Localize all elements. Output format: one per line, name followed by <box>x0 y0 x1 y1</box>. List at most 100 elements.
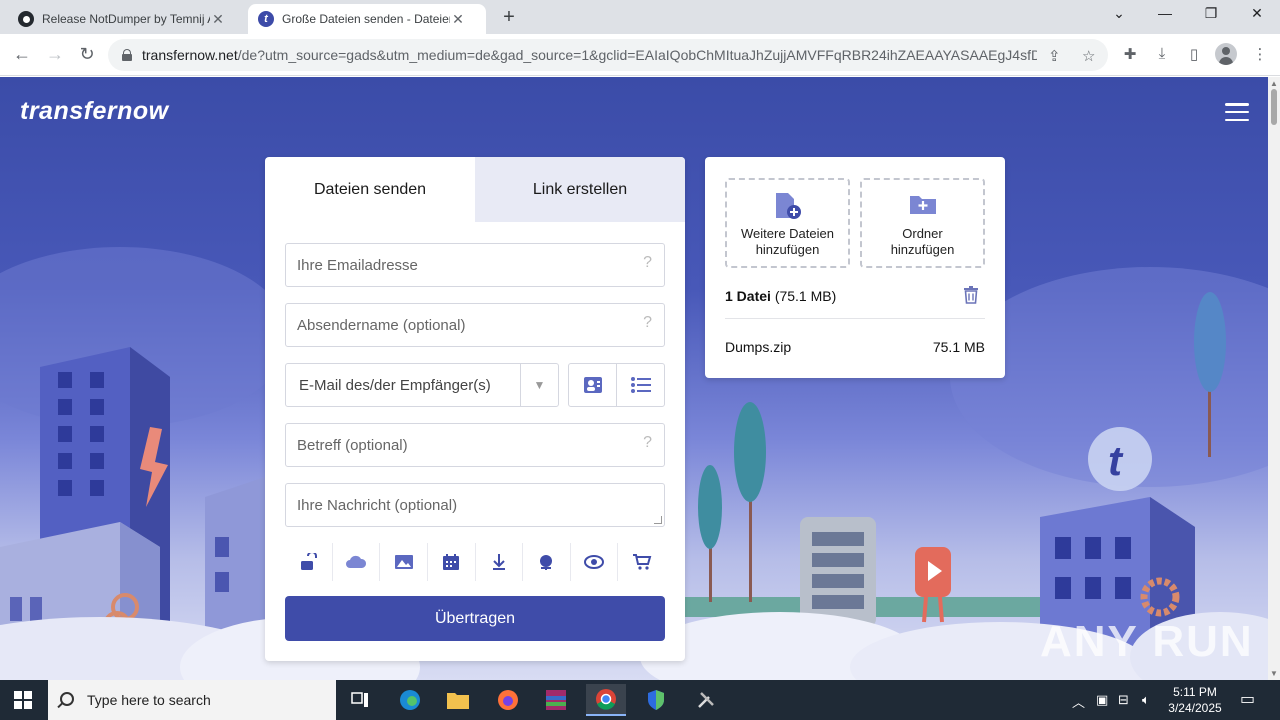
minimize-button[interactable]: — <box>1154 5 1176 21</box>
lock-icon <box>301 553 318 570</box>
page-content: t transfernow Dateien senden Link erstel… <box>0 77 1268 680</box>
message-textarea[interactable]: Ihre Nachricht (optional) <box>285 483 665 527</box>
chrome-icon[interactable] <box>586 684 626 716</box>
option-download-notify[interactable] <box>476 543 524 581</box>
restore-button[interactable]: ❐ <box>1200 5 1222 22</box>
divider <box>725 318 985 319</box>
tray-chevron-up-icon[interactable]: ︿ <box>1072 692 1085 711</box>
taskbar-search-box[interactable]: Type here to search <box>48 680 336 720</box>
help-icon[interactable]: ? <box>643 434 652 452</box>
extensions-icon[interactable]: ✚ <box>1120 45 1140 63</box>
option-preview[interactable] <box>571 543 619 581</box>
tab-send-files[interactable]: Dateien senden <box>265 157 475 222</box>
windows-start-icon[interactable] <box>14 691 32 709</box>
cart-icon <box>632 554 652 570</box>
address-bar[interactable]: transfernow.net/de?utm_source=gads&utm_m… <box>108 39 1108 71</box>
form-tabs: Dateien senden Link erstellen <box>265 157 685 222</box>
tab-title: Große Dateien senden - Dateien <box>282 12 450 26</box>
email-field[interactable]: Ihre Emailadresse ? <box>285 243 665 287</box>
network-icon[interactable]: ⊟ <box>1118 692 1129 708</box>
recipient-list-button[interactable] <box>617 364 664 406</box>
close-icon[interactable]: ✕ <box>210 11 226 28</box>
svg-text:t: t <box>1108 437 1124 484</box>
files-summary: 1 Datei (75.1 MB) <box>725 288 837 304</box>
download-icon[interactable]: ⤓ <box>1152 45 1172 62</box>
option-expiry-date[interactable] <box>428 543 476 581</box>
option-image[interactable] <box>380 543 428 581</box>
anyrun-watermark: ANY RUN <box>1040 617 1254 666</box>
add-files-button[interactable]: Weitere Dateien hinzufügen <box>725 178 850 268</box>
option-password[interactable] <box>285 543 333 581</box>
scroll-thumb[interactable] <box>1271 89 1277 125</box>
tab-title: Release NotDumper by Temnij A <box>42 12 210 26</box>
profile-avatar[interactable] <box>1215 43 1237 65</box>
contact-card-icon <box>583 377 602 393</box>
notification-icon[interactable]: ▭ <box>1240 689 1255 709</box>
window-close-button[interactable]: ✕ <box>1246 5 1268 22</box>
option-language[interactable] <box>523 543 571 581</box>
transfer-button[interactable]: Übertragen <box>285 596 665 641</box>
help-icon[interactable]: ? <box>643 314 652 332</box>
globe-icon <box>540 555 553 570</box>
file-explorer-icon[interactable] <box>438 684 478 716</box>
list-icon <box>630 377 651 393</box>
more-menu-icon[interactable]: ⋮ <box>1250 45 1270 63</box>
github-icon <box>18 11 34 27</box>
recipient-tools <box>568 363 665 407</box>
recipient-placeholder: E-Mail des/der Empfänger(s) <box>299 376 491 394</box>
sender-name-field[interactable]: Absendername (optional) ? <box>285 303 665 347</box>
recipient-email-select[interactable]: E-Mail des/der Empfänger(s) ▼ <box>285 363 559 407</box>
tools-icon[interactable] <box>686 684 726 716</box>
windows-taskbar: Type here to search ︿ ▣ ⊟ 🔈︎ 5:11 PM 3/2… <box>0 680 1280 720</box>
firefox-icon[interactable] <box>488 684 528 716</box>
add-folder-button[interactable]: Ordner hinzufügen <box>860 178 985 268</box>
url-text[interactable]: transfernow.net/de?utm_source=gads&utm_m… <box>142 47 1037 63</box>
new-tab-button[interactable]: + <box>498 6 520 29</box>
trash-icon <box>964 286 978 304</box>
search-placeholder: Type here to search <box>87 692 211 708</box>
tab-github-release[interactable]: Release NotDumper by Temnij A ✕ <box>8 4 246 34</box>
winrar-icon[interactable] <box>536 684 576 716</box>
side-panel-icon[interactable]: ▯ <box>1184 45 1204 63</box>
system-clock[interactable]: 5:11 PM 3/24/2025 <box>1165 684 1225 716</box>
download-arrow-icon <box>492 554 505 570</box>
help-icon[interactable]: ? <box>643 254 652 272</box>
add-folder-label: Ordner hinzufügen <box>890 226 955 257</box>
tab-create-link[interactable]: Link erstellen <box>475 157 685 222</box>
bookmark-star-icon[interactable]: ☆ <box>1082 47 1095 65</box>
subject-field[interactable]: Betreff (optional) ? <box>285 423 665 467</box>
subject-placeholder: Betreff (optional) <box>297 436 408 454</box>
cloud-icon <box>345 555 366 568</box>
chevron-down-icon[interactable]: ▼ <box>520 364 558 406</box>
add-folder-icon <box>909 196 936 214</box>
tray-app-icon[interactable]: ▣ <box>1096 692 1108 708</box>
edge-icon[interactable] <box>390 684 430 716</box>
scroll-up-icon[interactable]: ▲ <box>1270 79 1278 88</box>
add-files-label: Weitere Dateien hinzufügen <box>741 226 834 257</box>
send-form-panel: Dateien senden Link erstellen Ihre Email… <box>265 157 685 661</box>
file-size: 75.1 MB <box>932 339 985 355</box>
option-cloud[interactable] <box>333 543 381 581</box>
forward-button[interactable]: → <box>44 44 66 65</box>
defender-shield-icon[interactable] <box>636 684 676 716</box>
delete-all-button[interactable] <box>963 286 979 309</box>
scroll-down-icon[interactable]: ▼ <box>1270 669 1278 678</box>
back-button[interactable]: ← <box>11 44 33 65</box>
page-scrollbar[interactable]: ▲ ▼ <box>1268 77 1280 680</box>
browser-tabstrip: Release NotDumper by Temnij A ✕ t Große … <box>0 0 1280 34</box>
tab-transfernow[interactable]: t Große Dateien senden - Dateien ✕ <box>248 4 486 34</box>
menu-hamburger-icon[interactable] <box>1225 103 1249 121</box>
browser-toolbar: ← → ↻ transfernow.net/de?utm_source=gads… <box>0 34 1280 76</box>
share-icon[interactable]: ⇪ <box>1048 47 1061 65</box>
task-view-icon[interactable] <box>340 684 380 716</box>
option-premium[interactable] <box>618 543 665 581</box>
contacts-button[interactable] <box>569 364 617 406</box>
reload-button[interactable]: ↻ <box>76 44 98 65</box>
tab-search-chevron-icon[interactable]: ⌄ <box>1108 5 1130 22</box>
message-placeholder: Ihre Nachricht (optional) <box>297 497 458 514</box>
transfernow-logo[interactable]: transfernow <box>20 97 169 126</box>
resize-handle-icon[interactable] <box>654 516 662 524</box>
close-icon[interactable]: ✕ <box>450 11 466 28</box>
lock-icon[interactable] <box>122 49 132 61</box>
volume-icon[interactable]: 🔈︎ <box>1142 692 1150 708</box>
